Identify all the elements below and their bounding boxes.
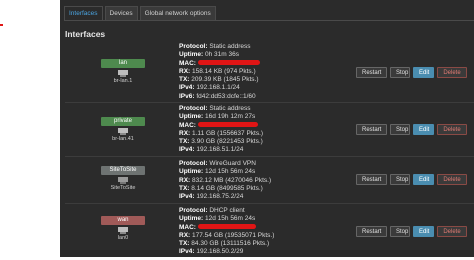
edit-button[interactable]: Edit	[413, 174, 434, 185]
tx-value: 8.14 GB (8499585 Pkts.)	[191, 184, 263, 192]
interface-row-private: private br-lan.41 Protocol: Static addre…	[65, 105, 474, 158]
network-interfaces-panel: Interfaces Devices Global network option…	[60, 0, 474, 257]
interface-name-badge[interactable]: wan	[101, 216, 145, 225]
restart-button[interactable]: Restart	[356, 226, 387, 237]
protocol-value: DHCP client	[209, 207, 245, 214]
row-divider	[65, 156, 474, 157]
uptime-value: 12d 15h 56m 24s	[205, 215, 256, 223]
interface-details: Protocol: Static address Uptime: 16d 19h…	[179, 105, 264, 154]
bridge-icon	[118, 128, 128, 135]
annotation-mark	[0, 24, 3, 26]
ipv4-value: 192.168.75.2/24	[196, 193, 244, 201]
uptime-value: 16d 19h 12m 27s	[205, 113, 256, 121]
restart-button[interactable]: Restart	[356, 174, 387, 185]
interface-badge-group: SiteToSite SiteToSite	[101, 166, 145, 191]
section-title: Interfaces	[65, 29, 106, 39]
interface-row-wan: wan lan0 Protocol: DHCP client Uptime: 1…	[65, 207, 474, 260]
interface-details: Protocol: Static address Uptime: 0h 31m …	[179, 43, 260, 100]
interface-details: Protocol: DHCP client Uptime: 12d 15h 56…	[179, 207, 275, 256]
protocol-value: Static address	[209, 43, 251, 50]
delete-button[interactable]: Delete	[437, 124, 467, 135]
protocol-value: Static address	[209, 105, 251, 112]
protocol-value: WireGuard VPN	[209, 160, 256, 167]
delete-button[interactable]: Delete	[437, 67, 467, 78]
stop-button[interactable]: Stop	[390, 174, 410, 185]
mac-redaction	[197, 60, 260, 66]
tab-devices[interactable]: Devices	[104, 6, 138, 20]
row-divider	[65, 203, 474, 204]
edit-button[interactable]: Edit	[413, 124, 434, 135]
rx-value: 177.54 GB (19535071 Pkts.)	[192, 231, 275, 239]
interface-name-badge[interactable]: SiteToSite	[101, 166, 145, 175]
restart-button[interactable]: Restart	[356, 124, 387, 135]
interface-badge-group: wan lan0	[101, 216, 145, 241]
edit-button[interactable]: Edit	[413, 67, 434, 78]
tunnel-icon	[118, 177, 128, 184]
rx-value: 832.12 MB (4270046 Pkts.)	[192, 176, 272, 184]
interface-badge-group: lan br-lan.1	[101, 59, 145, 84]
interface-device: SiteToSite	[110, 185, 136, 191]
interface-device: br-lan.41	[112, 136, 134, 142]
bridge-icon	[118, 70, 128, 77]
rx-value: 1.11 GB (1556637 Pkts.)	[192, 129, 264, 137]
uptime-value: 0h 31m 36s	[205, 51, 239, 59]
delete-button[interactable]: Delete	[437, 174, 467, 185]
interface-actions: Restart Stop Edit Delete	[356, 226, 470, 237]
tab-bar: Interfaces Devices Global network option…	[64, 6, 218, 20]
interface-badge-group: private br-lan.41	[101, 117, 145, 142]
interface-actions: Restart Stop Edit Delete	[356, 174, 470, 185]
tab-global-network-options[interactable]: Global network options	[139, 6, 216, 20]
interface-details: Protocol: WireGuard VPN Uptime: 12d 15h …	[179, 160, 272, 201]
stop-button[interactable]: Stop	[390, 67, 410, 78]
ipv4-value: 192.168.51.1/24	[196, 146, 244, 154]
interface-actions: Restart Stop Edit Delete	[356, 67, 470, 78]
mac-redaction	[197, 122, 258, 128]
restart-button[interactable]: Restart	[356, 67, 387, 78]
mac-redaction	[197, 224, 256, 230]
row-divider	[65, 102, 474, 103]
interface-row-lan: lan br-lan.1 Protocol: Static address Up…	[65, 43, 474, 100]
edit-button[interactable]: Edit	[413, 226, 434, 237]
interface-name-badge[interactable]: lan	[101, 59, 145, 68]
stop-button[interactable]: Stop	[390, 124, 410, 135]
delete-button[interactable]: Delete	[437, 226, 467, 237]
interface-device: lan0	[117, 235, 129, 241]
interface-device: br-lan.1	[113, 78, 133, 84]
interface-actions: Restart Stop Edit Delete	[356, 124, 470, 135]
tab-interfaces[interactable]: Interfaces	[64, 6, 103, 20]
ipv4-value: 192.168.50.2/29	[196, 248, 244, 256]
tx-value: 84.30 GB (13111516 Pkts.)	[191, 240, 270, 248]
interface-row-sitetosite: SiteToSite SiteToSite Protocol: WireGuar…	[65, 160, 474, 213]
tx-value: 3.90 GB (8221453 Pkts.)	[191, 138, 263, 146]
ipv6-value: fd42:dd53:dcfe::1/60	[196, 92, 256, 100]
rx-value: 158.14 KB (974 Pkts.)	[192, 67, 256, 75]
uptime-value: 12d 15h 56m 24s	[205, 168, 256, 176]
ethernet-icon	[118, 227, 128, 234]
ipv4-value: 192.168.1.1/24	[196, 84, 240, 92]
left-margin	[0, 0, 60, 257]
interface-name-badge[interactable]: private	[101, 117, 145, 126]
stop-button[interactable]: Stop	[390, 226, 410, 237]
tab-divider	[64, 20, 474, 21]
tx-value: 209.39 KB (1845 Pkts.)	[191, 76, 259, 84]
